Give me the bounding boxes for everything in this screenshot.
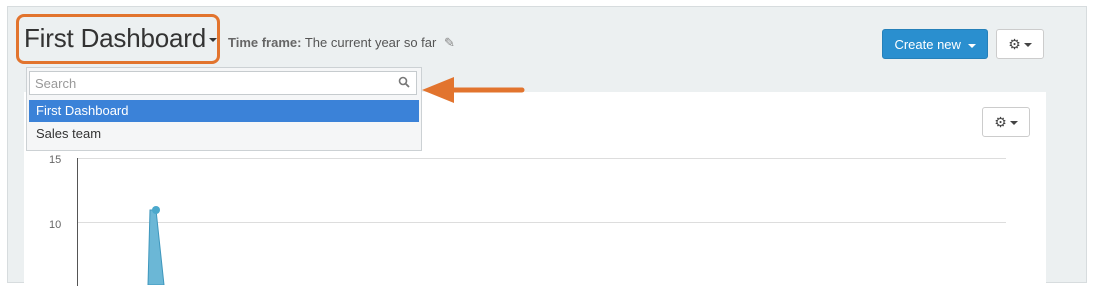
y-tick-label: 15 xyxy=(49,154,62,166)
search-box xyxy=(29,71,417,95)
gear-icon: ⚙ xyxy=(994,114,1007,130)
y-axis xyxy=(77,158,78,286)
chevron-down-icon xyxy=(967,43,976,48)
pointer-arrow xyxy=(422,77,525,103)
data-point xyxy=(152,206,160,214)
search-input[interactable] xyxy=(30,72,375,93)
gridline xyxy=(78,222,1006,223)
report-settings-button[interactable]: ⚙ xyxy=(982,107,1030,137)
create-new-button[interactable]: Create new xyxy=(882,29,988,59)
pencil-icon[interactable]: ✎ xyxy=(444,35,455,51)
chevron-down-icon xyxy=(1023,43,1032,48)
dashboard-settings-button[interactable]: ⚙ xyxy=(996,29,1044,59)
timeframe-value: The current year so far xyxy=(304,35,437,50)
dashboard-selector[interactable]: First Dashboard xyxy=(24,23,217,54)
series-area xyxy=(147,209,165,285)
gear-icon: ⚙ xyxy=(1008,36,1021,52)
dashboard-dropdown: First Dashboard Sales team xyxy=(26,67,422,151)
search-icon xyxy=(398,76,410,88)
timeframe-label: Time frame: xyxy=(228,35,302,50)
timeframe: Time frame: The current year so far ✎ xyxy=(228,35,455,51)
chevron-down-icon xyxy=(1009,121,1018,126)
dropdown-item-first-dashboard[interactable]: First Dashboard xyxy=(29,100,419,122)
chevron-down-icon xyxy=(208,38,217,43)
series-svg xyxy=(147,206,165,285)
chart: 15 10 xyxy=(24,150,1024,286)
dropdown-item-sales-team[interactable]: Sales team xyxy=(29,123,419,145)
dashboard-title: First Dashboard xyxy=(24,23,206,53)
gridline xyxy=(78,158,1006,159)
y-tick-label: 10 xyxy=(49,219,62,231)
create-new-label: Create new xyxy=(894,37,961,52)
